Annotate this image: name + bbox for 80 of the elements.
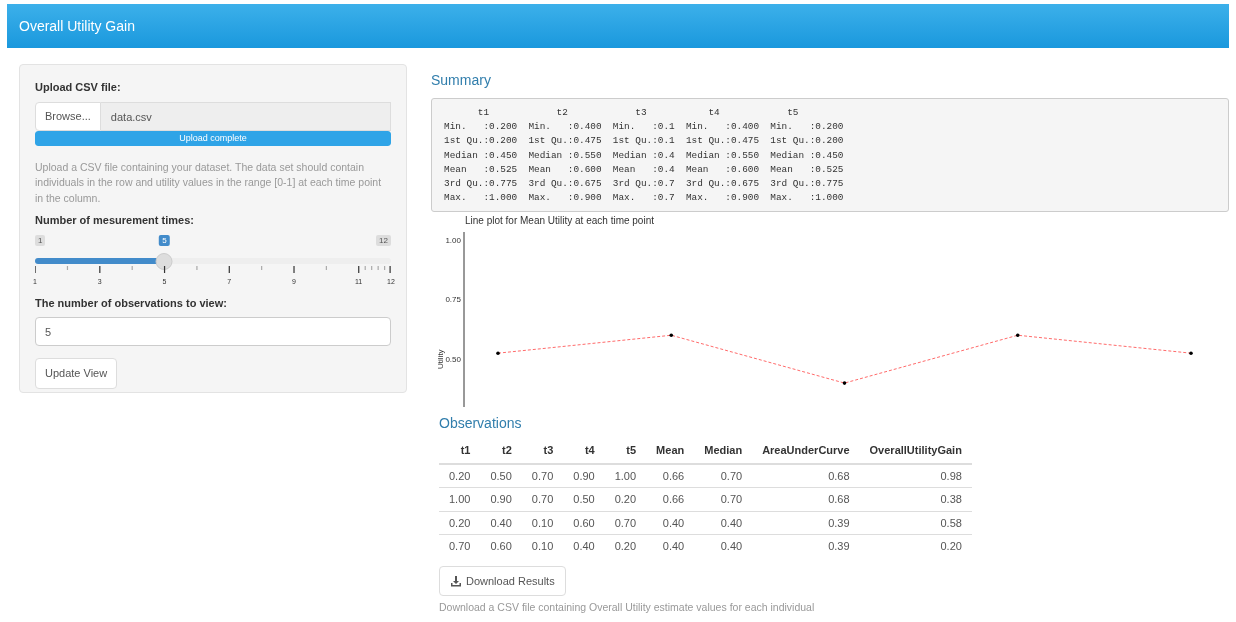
table-cell: 0.10 — [521, 534, 564, 558]
axis-tick-label: 1.00 — [445, 236, 461, 245]
table-cell: 0.40 — [646, 534, 695, 558]
table-cell: 0.40 — [694, 534, 753, 558]
table-cell: 0.70 — [694, 463, 753, 488]
column-header: Mean — [646, 438, 695, 464]
input-field[interactable]: 5 — [35, 317, 391, 346]
download-icon — [450, 575, 462, 588]
table-cell: 0.50 — [563, 487, 605, 512]
table-cell: 0.58 — [859, 511, 972, 535]
data-point — [496, 351, 500, 356]
column-header: t4 — [563, 438, 605, 464]
column-header: t3 — [521, 438, 564, 464]
table-cell: 0.70 — [439, 534, 481, 558]
summary-line: 3rd Qu.:0.775 3rd Qu.:0.675 3rd Qu.:0.7 3rd Qu.:0.675 3rd Qu.:0.775 — [444, 177, 845, 191]
slider-handle[interactable] — [155, 252, 173, 270]
table-cell: 0.40 — [646, 511, 695, 535]
axis-tick-label: 0.50 — [445, 355, 461, 365]
table-cell: 0.20 — [604, 487, 647, 512]
file-name-field: data.csv — [100, 101, 391, 131]
column-header: t5 — [604, 438, 647, 464]
table-cell: 0.70 — [521, 487, 564, 512]
slider-min-label: 1 — [35, 234, 46, 246]
download-button[interactable]: Download Results — [439, 565, 566, 597]
table-cell: 0.39 — [752, 534, 860, 558]
slider-max-label: 12 — [376, 234, 391, 246]
section-heading: Observations — [439, 414, 523, 434]
table-cell: 0.70 — [521, 463, 564, 488]
table-cell: 0.68 — [752, 487, 860, 512]
table-cell: 0.90 — [480, 487, 522, 512]
data-point — [1189, 351, 1193, 356]
data-point — [1015, 333, 1020, 338]
column-header: t1 — [439, 438, 481, 464]
data-point — [669, 333, 674, 338]
table-cell: 1.00 — [604, 463, 647, 488]
summary-line: 1st Qu.:0.200 1st Qu.:0.475 1st Qu.:0.1 1st Qu.:0.475 1st Qu.:0.200 — [444, 134, 845, 149]
table-cell: 0.98 — [859, 463, 972, 488]
summary-line: Min. :0.200 Min. :0.400 Min. :0.1 Min. :0.400 Min. :0.200 — [444, 120, 845, 135]
column-header: Median — [694, 438, 753, 464]
table-cell: 0.39 — [752, 511, 860, 535]
table-cell: 0.66 — [646, 487, 695, 512]
table-cell: 0.40 — [563, 534, 605, 558]
table-cell: 0.40 — [694, 511, 753, 535]
table-cell: 0.70 — [604, 511, 647, 535]
column-header: AreaUnderCurve — [752, 438, 860, 464]
summary-line: Median :0.450 Median :0.550 Median :0.4 Median :0.550 Median :0.450 — [444, 148, 845, 163]
summary-line: t1 t2 t3 t4 t5 — [476, 106, 800, 120]
column-header: t2 — [480, 438, 522, 464]
table-cell: 0.20 — [439, 463, 481, 488]
column-header: OverallUtilityGain — [859, 438, 972, 464]
table-cell: 0.50 — [480, 463, 522, 488]
table-cell: 0.20 — [439, 511, 481, 535]
axis-tick-label: 0.75 — [445, 295, 461, 305]
table-cell: 0.68 — [752, 463, 860, 488]
data-point — [842, 381, 847, 386]
update-button[interactable]: Update View — [35, 358, 118, 389]
app-title: Overall Utility Gain — [19, 16, 135, 36]
summary-line: Max. :1.000 Max. :0.900 Max. :0.7 Max. :0.900 Max. :1.000 — [444, 191, 845, 206]
section-heading: Summary — [431, 71, 492, 90]
summary-line: Mean :0.525 Mean :0.600 Mean :0.4 Mean :0.600 Mean :0.525 — [444, 162, 845, 177]
slider-label: Number of mesurement times: — [35, 213, 195, 228]
axis-title: Utility — [436, 349, 445, 370]
chart-title: Line plot for Mean Utility at each time point — [465, 215, 654, 227]
browse-button[interactable]: Browse... — [35, 101, 101, 131]
help-text: Upload a CSV file containing your dataset. The data set should contain individuals in the row and utility values in the range [0-1] at each time point in the column. — [35, 159, 383, 206]
table-cell: 0.66 — [646, 463, 695, 488]
table-cell: 0.20 — [604, 534, 647, 558]
field-label: Upload CSV file: — [35, 80, 122, 95]
table-cell: 0.90 — [563, 463, 605, 488]
help-text: Download a CSV file containing Overall Utility estimate values for each individual — [439, 600, 816, 616]
table-cell: 0.40 — [480, 511, 522, 535]
table-cell: 0.60 — [563, 511, 605, 535]
table-cell: 0.38 — [859, 487, 972, 512]
table-cell: 0.20 — [859, 534, 972, 558]
table-cell: 0.10 — [521, 511, 564, 535]
slider-value-label: 5 — [159, 234, 170, 246]
table-cell: 1.00 — [439, 487, 481, 512]
table-cell: 0.60 — [480, 534, 522, 558]
table-cell: 0.70 — [694, 487, 753, 512]
field-label: The number of observations to view: — [35, 295, 228, 311]
